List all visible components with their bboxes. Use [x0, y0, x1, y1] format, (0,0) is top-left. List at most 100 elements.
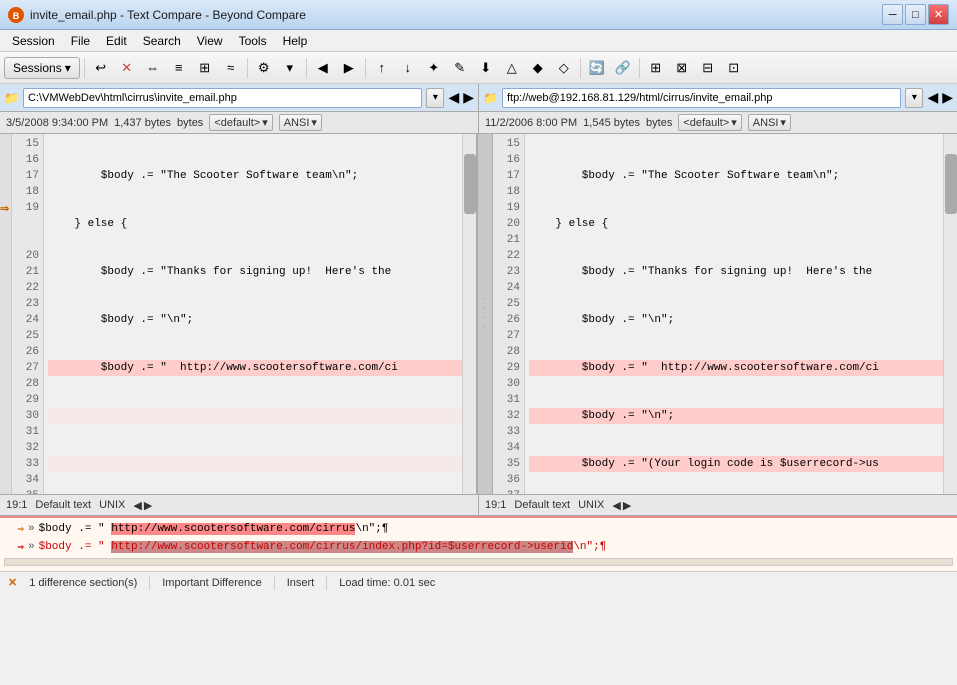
toolbar-down2-btn[interactable]: ⬇	[474, 56, 498, 80]
left-code-lines: $body .= "The Scooter Software team\n"; …	[44, 134, 462, 494]
right-size-unit: bytes	[646, 117, 672, 129]
right-encoding: <default>	[683, 117, 729, 129]
minimize-button[interactable]: ─	[882, 4, 903, 25]
left-date: 3/5/2008 9:34:00 PM	[6, 117, 108, 129]
right-line-20: $body .= "\n";	[529, 408, 943, 424]
toolbar-undo-btn[interactable]: ↩	[89, 56, 113, 80]
right-line-21: $body .= "(Your login code is $userrecor…	[529, 456, 943, 472]
toolbar-diamond-btn[interactable]: ◆	[526, 56, 550, 80]
window-title: invite_email.php - Text Compare - Beyond…	[30, 8, 306, 22]
right-path-input[interactable]	[502, 88, 901, 108]
sessions-button[interactable]: Sessions ▾	[4, 57, 80, 79]
left-path-bar: 📁 ▾ ◀ ▶	[0, 84, 479, 111]
right-path-icon: 📁	[483, 91, 498, 105]
toolbar-grid1-btn[interactable]: ⊞	[644, 56, 668, 80]
left-status-label: Default text	[35, 499, 91, 511]
menu-file[interactable]: File	[63, 32, 98, 50]
right-code-pane[interactable]: 15 16 17 18 19 20 21 22 23 24 25 26 27 2…	[493, 134, 957, 494]
toolbar-align-btn[interactable]: ≡	[167, 56, 191, 80]
toolbar-refresh-btn[interactable]: 🔄	[585, 56, 609, 80]
close-button[interactable]: ✕	[928, 4, 949, 25]
toolbar-prev-btn[interactable]: ◀	[311, 56, 335, 80]
left-line-18: $body .= "\n";	[48, 312, 462, 328]
left-path-input[interactable]	[23, 88, 422, 108]
toolbar-swap-btn[interactable]: ⇔	[141, 56, 165, 80]
left-scroll-arrows[interactable]: ◀ ▶	[133, 499, 152, 512]
toolbar-options-dropdown[interactable]: ▾	[278, 56, 302, 80]
right-nav-prev[interactable]: ◀	[927, 89, 938, 106]
left-scroll-right[interactable]: ▶	[144, 499, 152, 512]
info-bars: 3/5/2008 9:34:00 PM 1,437 bytes bytes <d…	[0, 112, 957, 134]
main-area: ⇒ 15 16 17 18 19 20 21 22 23 24 25 26 27…	[0, 134, 957, 494]
diff-marker-1: »	[28, 523, 35, 535]
maximize-button[interactable]: □	[905, 4, 926, 25]
menu-search[interactable]: Search	[135, 32, 189, 50]
menu-help[interactable]: Help	[275, 32, 316, 50]
left-scrollbar[interactable]	[462, 134, 476, 494]
right-code-lines: $body .= "The Scooter Software team\n"; …	[525, 134, 943, 494]
toolbar-open-btn[interactable]: ⚙	[252, 56, 276, 80]
right-scroll-right[interactable]: ▶	[623, 499, 631, 512]
left-lineending-dropdown[interactable]: ANSI ▾	[279, 114, 322, 131]
toolbar-redo-btn[interactable]: ✕	[115, 56, 139, 80]
right-line-19: $body .= " http://www.scootersoftware.co…	[529, 360, 943, 376]
toolbar-grid3-btn[interactable]: ⊟	[696, 56, 720, 80]
menu-edit[interactable]: Edit	[98, 32, 135, 50]
left-nav-next[interactable]: ▶	[463, 89, 474, 106]
right-line-15: $body .= "The Scooter Software team\n";	[529, 168, 943, 184]
toolbar-grid2-btn[interactable]: ⊠	[670, 56, 694, 80]
toolbar-down-btn[interactable]: ↓	[396, 56, 420, 80]
toolbar-link-btn[interactable]: 🔗	[611, 56, 635, 80]
left-nav-prev[interactable]: ◀	[448, 89, 459, 106]
diff-type: Important Difference	[162, 577, 261, 589]
diff-code-left-1: $body .= " http://www.scootersoftware.co…	[39, 523, 389, 535]
toolbar-copy-left-btn[interactable]: ⊞	[193, 56, 217, 80]
menu-bar: Session File Edit Search View Tools Help	[0, 30, 957, 52]
left-status-bar: 19:1 Default text UNIX ◀ ▶	[0, 495, 479, 515]
sessions-dropdown-arrow: ▾	[65, 61, 71, 75]
right-scrollbar-thumb[interactable]	[945, 154, 957, 214]
left-code-pane[interactable]: 15 16 17 18 19 20 21 22 23 24 25 26 27 2…	[12, 134, 477, 494]
left-line-19: $body .= " http://www.scootersoftware.co…	[48, 360, 462, 376]
right-status-ending: UNIX	[578, 499, 604, 511]
left-code-area: 15 16 17 18 19 20 21 22 23 24 25 26 27 2…	[12, 134, 476, 494]
menu-tools[interactable]: Tools	[231, 32, 275, 50]
toolbar-diamond2-btn[interactable]: ◇	[552, 56, 576, 80]
right-lineending-dropdown[interactable]: ANSI ▾	[748, 114, 791, 131]
left-path-icon: 📁	[4, 91, 19, 105]
left-empty-2	[48, 456, 462, 472]
left-encoding: <default>	[214, 117, 260, 129]
right-encoding-dropdown[interactable]: <default> ▾	[678, 114, 741, 131]
center-dots: · · · ·	[480, 297, 490, 331]
left-empty-1	[48, 408, 462, 424]
left-encoding-dropdown[interactable]: <default> ▾	[209, 114, 272, 131]
toolbar-separator-2	[247, 58, 248, 78]
right-lineending: ANSI	[753, 117, 779, 129]
right-path-dropdown[interactable]: ▾	[905, 88, 923, 108]
left-scrollbar-thumb[interactable]	[464, 154, 476, 214]
right-path-bar: 📁 ▾ ◀ ▶	[479, 84, 957, 111]
right-scroll-arrows[interactable]: ◀ ▶	[612, 499, 631, 512]
left-encoding-arrow: ▾	[262, 116, 268, 129]
toolbar-up-btn[interactable]: ↑	[370, 56, 394, 80]
toolbar-separator-5	[580, 58, 581, 78]
toolbar-separator-3	[306, 58, 307, 78]
window-controls: ─ □ ✕	[882, 4, 949, 25]
right-nav-next[interactable]: ▶	[942, 89, 953, 106]
toolbar-tri-btn[interactable]: △	[500, 56, 524, 80]
action-label: Insert	[287, 577, 315, 589]
right-scroll-left[interactable]: ◀	[612, 499, 620, 512]
left-scroll-left[interactable]: ◀	[133, 499, 141, 512]
menu-session[interactable]: Session	[4, 32, 63, 50]
toolbar-star-btn[interactable]: ✦	[422, 56, 446, 80]
diff-scrollbar[interactable]	[4, 558, 953, 566]
toolbar-edit-btn[interactable]: ✎	[448, 56, 472, 80]
toolbar-copy-right-btn[interactable]: ≈	[219, 56, 243, 80]
left-path-dropdown[interactable]: ▾	[426, 88, 444, 108]
toolbar-next-btn[interactable]: ▶	[337, 56, 361, 80]
status-separator-3	[326, 576, 327, 590]
app-icon: B	[8, 7, 24, 23]
right-scrollbar[interactable]	[943, 134, 957, 494]
menu-view[interactable]: View	[189, 32, 231, 50]
toolbar-grid4-btn[interactable]: ⊡	[722, 56, 746, 80]
